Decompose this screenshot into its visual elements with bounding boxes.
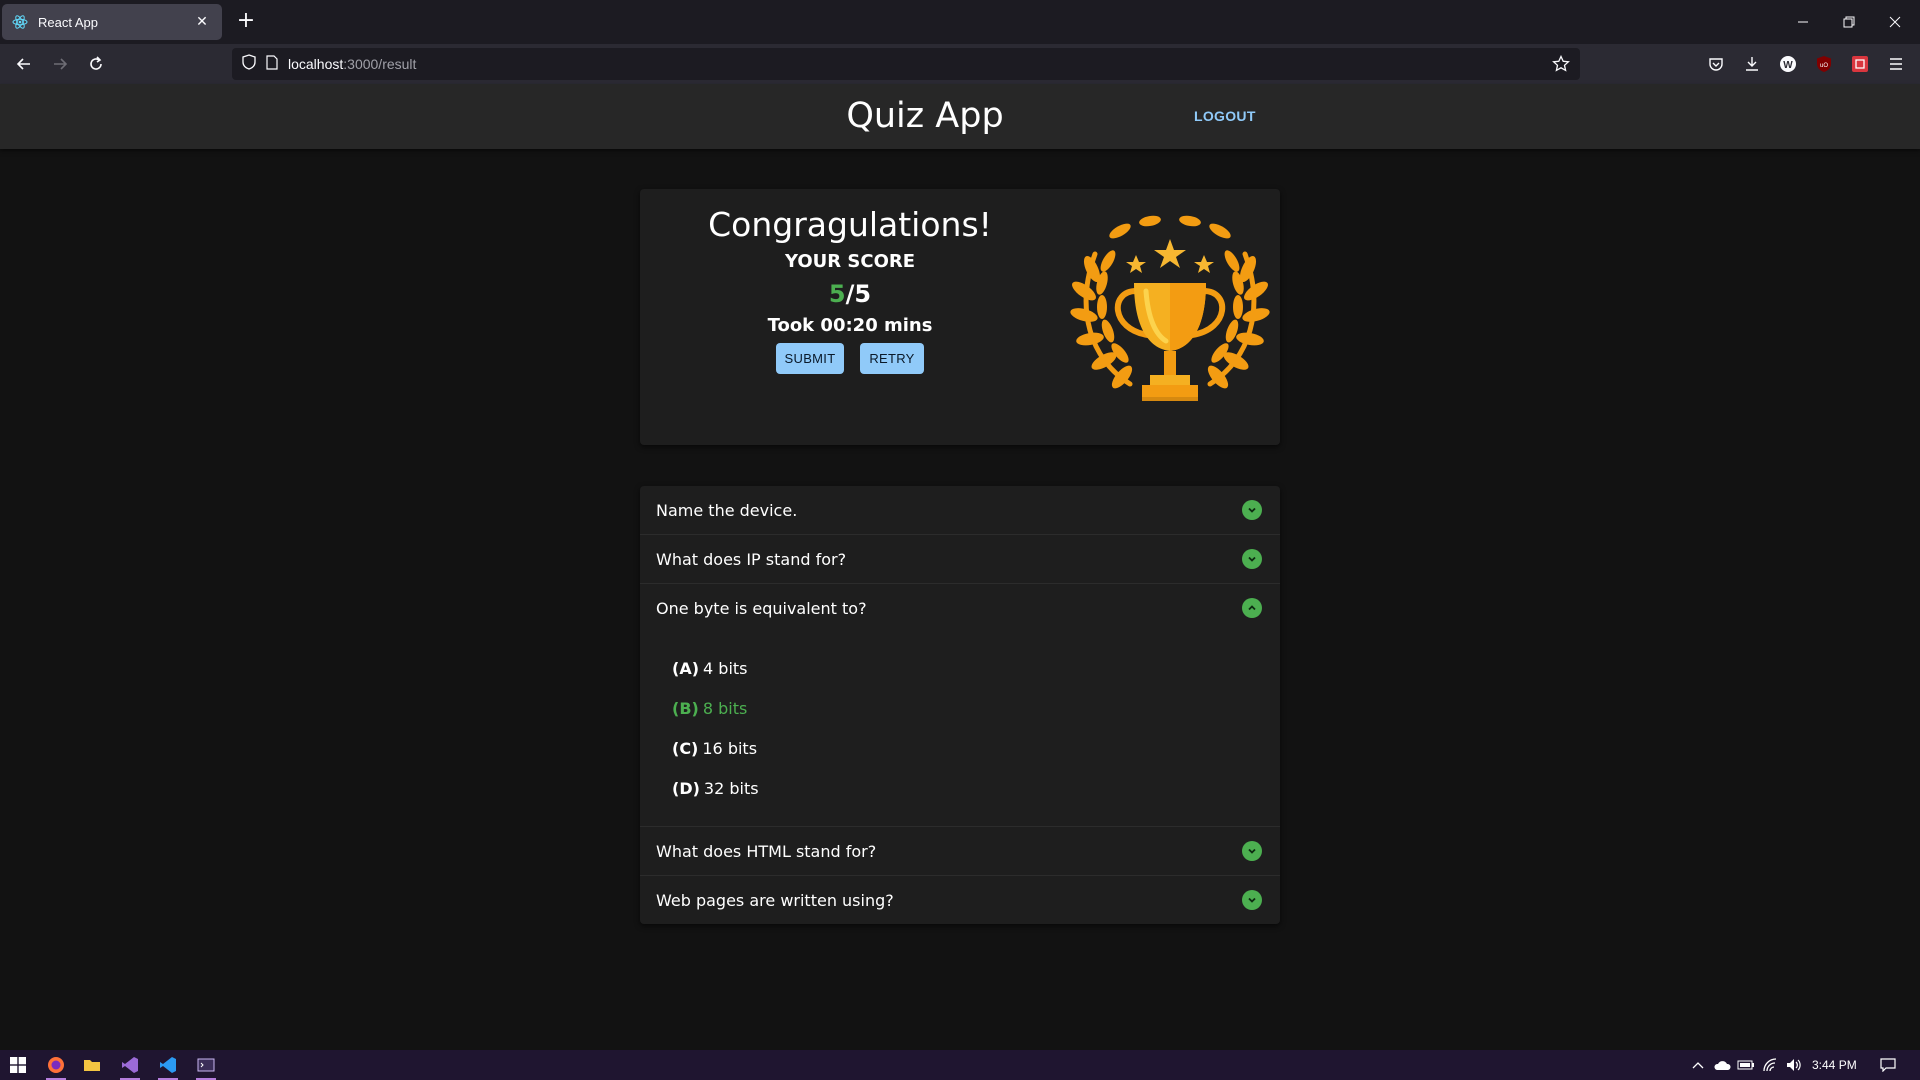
react-icon [12, 14, 28, 30]
url-host: localhost [288, 56, 344, 72]
question-item: What does HTML stand for? [640, 827, 1280, 876]
question-text: What does HTML stand for? [656, 841, 877, 861]
chevron-up-icon[interactable] [1690, 1058, 1706, 1072]
option-d: (D) 32 bits [672, 768, 1248, 808]
answer-options: (A) 4 bits (B) 8 bits (C) 16 bits (D) 32… [640, 632, 1280, 826]
downloads-icon[interactable] [1742, 54, 1762, 74]
logout-button[interactable]: LOGOUT [1194, 108, 1256, 124]
question-summary[interactable]: One byte is equivalent to? [640, 584, 1280, 632]
question-item: What does IP stand for? [640, 535, 1280, 584]
close-tab-icon[interactable]: ✕ [192, 14, 212, 30]
tab-title: React App [38, 14, 98, 30]
browser-tab[interactable]: React App ✕ [2, 4, 222, 40]
battery-icon[interactable] [1736, 1058, 1756, 1072]
reload-icon[interactable] [82, 50, 110, 78]
chevron-down-icon[interactable] [1242, 841, 1262, 861]
result-card: Congragulations! YOUR SCORE 5/5 Took 00:… [640, 189, 1280, 445]
option-letter: (B) [672, 698, 699, 718]
file-explorer-icon[interactable] [74, 1050, 110, 1080]
shield-icon[interactable] [242, 54, 256, 74]
firefox-taskbar-icon[interactable] [38, 1050, 74, 1080]
option-text: 4 bits [703, 658, 748, 678]
question-item: Name the device. [640, 486, 1280, 535]
minimize-icon[interactable] [1780, 0, 1826, 44]
back-icon[interactable] [10, 50, 38, 78]
score-correct: 5 [828, 280, 846, 308]
taskbar-clock[interactable]: 3:44 PM [1812, 1058, 1857, 1072]
question-item-expanded: One byte is equivalent to? (A) 4 bits (B… [640, 584, 1280, 827]
option-text: 8 bits [702, 698, 748, 718]
extension-icon[interactable] [1850, 54, 1870, 74]
question-text: What does IP stand for? [656, 549, 847, 569]
chevron-down-icon[interactable] [1242, 500, 1262, 520]
onedrive-icon[interactable] [1712, 1058, 1732, 1072]
new-tab-button[interactable]: + [234, 10, 258, 34]
trophy-icon [1070, 209, 1270, 419]
chevron-down-icon[interactable] [1242, 890, 1262, 910]
wikipedia-extension-icon[interactable]: W [1778, 54, 1798, 74]
url-text[interactable]: localhost:3000/result [288, 56, 416, 72]
question-item: Web pages are written using? [640, 876, 1280, 924]
option-letter: (C) [672, 738, 699, 758]
option-text: 32 bits [703, 778, 759, 798]
close-window-icon[interactable] [1872, 0, 1918, 44]
question-text: One byte is equivalent to? [656, 598, 867, 618]
svg-text:W: W [1783, 60, 1793, 71]
option-b-correct: (B) 8 bits [672, 688, 1248, 728]
ublock-icon[interactable]: uO [1814, 54, 1834, 74]
volume-icon[interactable] [1784, 1058, 1804, 1072]
question-summary[interactable]: Name the device. [640, 486, 1280, 534]
bookmark-star-icon[interactable] [1552, 54, 1570, 77]
address-bar[interactable]: localhost:3000/result [232, 48, 1580, 80]
browser-tabstrip: React App ✕ + [0, 0, 1920, 44]
congrats-heading: Congragulations! [708, 205, 992, 244]
terminal-icon[interactable] [188, 1050, 224, 1080]
question-text: Web pages are written using? [656, 890, 894, 910]
svg-text:uO: uO [1820, 63, 1828, 69]
option-a: (A) 4 bits [672, 648, 1248, 688]
score-label: YOUR SCORE [784, 251, 916, 272]
submit-button[interactable]: SUBMIT [776, 343, 844, 374]
option-letter: (A) [672, 658, 700, 678]
retry-button[interactable]: RETRY [860, 343, 924, 374]
time-taken: Took 00:20 mins [767, 315, 933, 336]
menu-icon[interactable] [1886, 54, 1906, 74]
chevron-up-icon[interactable] [1242, 598, 1262, 618]
chevron-down-icon[interactable] [1242, 549, 1262, 569]
pocket-icon[interactable] [1706, 54, 1726, 74]
page-icon [266, 54, 278, 74]
question-accordion: Name the device. What does IP stand for?… [640, 486, 1280, 924]
question-summary[interactable]: What does IP stand for? [640, 535, 1280, 583]
app-header: Quiz App LOGOUT [0, 84, 1920, 149]
browser-navbar: localhost:3000/result W uO [0, 44, 1920, 84]
app-title: Quiz App [846, 96, 1004, 136]
score-total: /5 [845, 280, 872, 308]
vscode-icon[interactable] [150, 1050, 186, 1080]
question-summary[interactable]: Web pages are written using? [640, 876, 1280, 924]
visual-studio-icon[interactable] [112, 1050, 148, 1080]
option-text: 16 bits [702, 738, 758, 758]
notifications-icon[interactable] [1878, 1058, 1898, 1072]
question-summary[interactable]: What does HTML stand for? [640, 827, 1280, 875]
option-c: (C) 16 bits [672, 728, 1248, 768]
question-text: Name the device. [656, 500, 798, 520]
windows-start-icon[interactable] [0, 1050, 36, 1080]
wifi-icon[interactable] [1760, 1058, 1780, 1072]
restore-icon[interactable] [1826, 0, 1872, 44]
forward-icon[interactable] [46, 50, 74, 78]
score-value: 5/5 [640, 280, 1060, 308]
option-letter: (D) [672, 778, 700, 798]
url-path: :3000/result [343, 56, 417, 72]
taskbar: 3:44 PM [0, 1050, 1920, 1080]
